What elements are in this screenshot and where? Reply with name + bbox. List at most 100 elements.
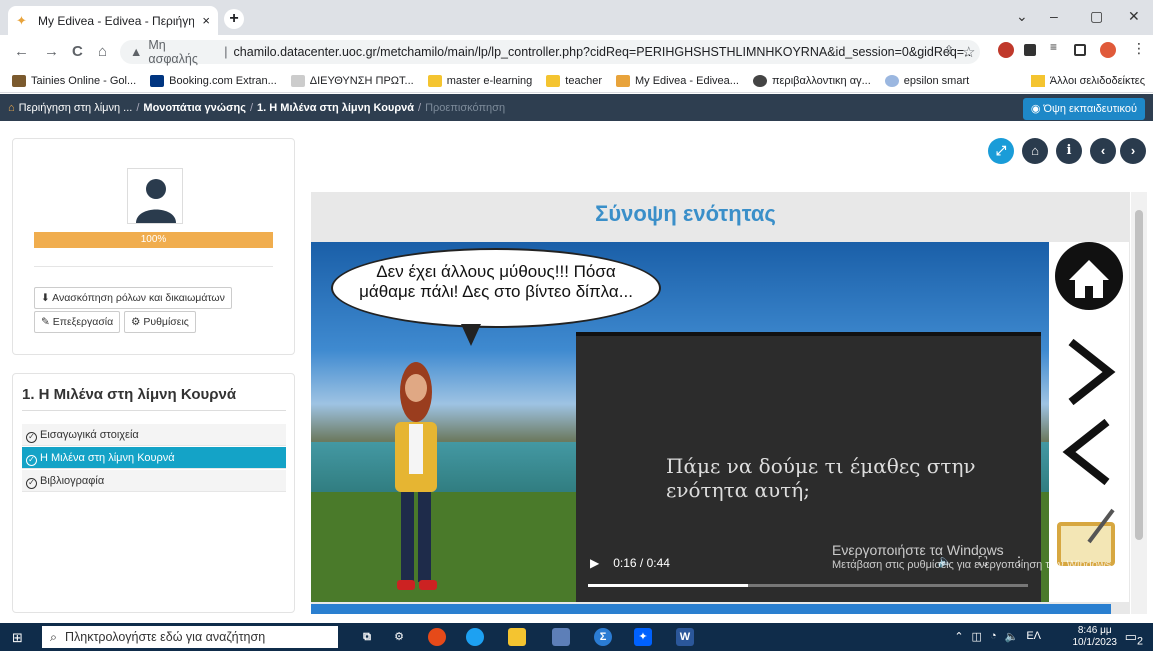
breadcrumb-learning-paths[interactable]: Μονοπάτια γνώσης [143, 102, 246, 114]
bookmark-item[interactable]: master e-learning [427, 74, 532, 87]
lp-item[interactable]: ✓ Βιβλιογραφία [22, 470, 286, 492]
bookmark-item[interactable]: Booking.com Extran... [150, 74, 277, 87]
network-icon[interactable]: ◫ [972, 630, 982, 643]
slide-next-icon[interactable] [1068, 338, 1116, 406]
user-silhouette-icon [136, 179, 176, 223]
check-icon: ✓ [26, 478, 37, 489]
chrome-icon[interactable] [428, 628, 446, 646]
girl-character-image [395, 362, 437, 590]
word-icon[interactable]: W [676, 628, 694, 646]
taskbar-search-input[interactable]: ⌕ Πληκτρολογήστε εδώ για αναζήτηση [42, 626, 338, 648]
breadcrumb-course[interactable]: Περιήγηση στη λίμνη ... [19, 102, 133, 114]
home-icon[interactable]: ⌂ [8, 102, 15, 114]
edit-button[interactable]: ✎ Επεξεργασία [34, 311, 121, 333]
booking-icon [150, 74, 165, 87]
previous-button[interactable]: ‹ [1090, 138, 1116, 164]
other-bookmarks[interactable]: Άλλοι σελιδοδείκτες [1030, 75, 1145, 87]
bookmark-star-icon[interactable]: ☆ [962, 43, 975, 61]
reload-icon[interactable]: C [72, 43, 83, 60]
speech-bubble: Δεν έχει άλλους μύθους!!! Πόσα μάθαμε πά… [331, 248, 661, 328]
scrollbar[interactable] [1131, 192, 1147, 614]
back-arrow-icon[interactable]: ← [14, 43, 29, 60]
check-icon: ✓ [26, 455, 37, 466]
chevron-up-icon[interactable]: ⌃ [954, 630, 963, 643]
video-time: 0:16 / 0:44 [613, 556, 670, 570]
settings-button[interactable]: ⚙ Ρυθμίσεις [124, 311, 196, 333]
roles-review-button[interactable]: ⬇ Ανασκόπηση ρόλων και δικαιωμάτων [34, 287, 232, 309]
avatar [127, 168, 183, 224]
lp-item[interactable]: ✓ Εισαγωγικά στοιχεία [22, 424, 286, 446]
tab-title: My Edivea - Edivea - Περιήγηση [38, 13, 195, 28]
breadcrumb: ⌂ Περιήγηση στη λίμνη ... / Μονοπάτια γν… [0, 94, 1153, 121]
folder-icon [546, 74, 561, 87]
divider [22, 410, 286, 411]
wifi-icon[interactable]: ◔ [990, 630, 997, 643]
edge-icon[interactable] [466, 628, 484, 646]
close-window-button[interactable]: ✕ [1128, 8, 1140, 25]
menu-dots-icon[interactable]: ⋮ [1132, 40, 1148, 56]
calculator-icon[interactable]: Σ [594, 628, 612, 646]
breadcrumb-preview: Προεπισκόπηση [425, 101, 506, 114]
lp-title: 1. Η Μιλένα στη λίμνη Κουρνά [22, 386, 237, 403]
address-bar[interactable]: ▲ Μη ασφαλής | chamilo.datacenter.uoc.gr… [120, 38, 980, 66]
bookmark-item[interactable]: teacher [546, 74, 602, 87]
language-indicator[interactable]: ΕΛ [1026, 630, 1041, 643]
slide-home-icon[interactable] [1055, 242, 1123, 310]
bookmark-item[interactable]: ΔΙΕΥΘΥΝΣΗ ΠΡΩΤ... [290, 74, 414, 87]
share-icon[interactable]: ⇪ [944, 43, 954, 57]
windows-start-icon[interactable]: ⊞ [12, 630, 23, 646]
edivea-favicon-icon: ✦ [16, 12, 27, 28]
bookmark-item[interactable]: epsilon smart [884, 74, 969, 87]
browser-tab[interactable]: ✦ My Edivea - Edivea - Περιήγηση × [8, 6, 218, 35]
system-tray: ⌃ ◫ ◔ 🔈 ΕΛ [954, 630, 1041, 643]
windows-activation-watermark: Ενεργοποιήστε τα Windows Μετάβαση στις ρ… [832, 542, 1115, 571]
next-button[interactable]: › [1120, 138, 1146, 164]
settings-gear-icon[interactable]: ⚙ [390, 628, 408, 646]
info-button[interactable]: i [1056, 138, 1082, 164]
new-tab-button[interactable]: + [224, 9, 244, 29]
forward-arrow-icon[interactable]: → [44, 43, 59, 60]
site-icon [290, 74, 305, 87]
tab-search-icon[interactable]: ⌄ [1016, 8, 1028, 25]
extensions-puzzle-icon[interactable] [1024, 44, 1036, 56]
bookmarks-bar: Tainies Online - Gol... Booking.com Extr… [0, 69, 1153, 93]
video-progress-bar[interactable] [588, 584, 1028, 587]
file-explorer-icon[interactable] [508, 628, 526, 646]
lp-item-active[interactable]: ✓ Η Μιλένα στη λίμνη Κουρνά [22, 447, 286, 469]
clock[interactable]: 8:46 μμ 10/1/2023 [1073, 625, 1118, 649]
slide-previous-icon[interactable] [1062, 418, 1110, 486]
teacher-view-button[interactable]: ◉ Όψη εκπαιδευτικού [1022, 98, 1145, 120]
folder-icon [1030, 75, 1045, 87]
side-panel-icon[interactable] [1074, 44, 1086, 56]
edivea-icon [616, 74, 630, 87]
profile-avatar[interactable] [1100, 42, 1116, 58]
media-control-icon[interactable]: ≡ [1050, 40, 1066, 56]
minimize-button[interactable]: – [1050, 8, 1058, 24]
divider [34, 266, 273, 267]
tab-close-icon[interactable]: × [202, 13, 210, 28]
home-icon[interactable]: ⌂ [98, 43, 107, 60]
play-icon[interactable]: ▶ [590, 556, 599, 570]
globe-icon [752, 74, 767, 87]
windows-taskbar: ⊞ ⌕ Πληκτρολογήστε εδώ για αναζήτηση ⧉ ⚙… [0, 623, 1153, 651]
fullscreen-expand-button[interactable]: ⤢ [988, 138, 1014, 164]
page-title: Σύνοψη ενότητας [595, 201, 776, 226]
home-button[interactable]: ⌂ [1022, 138, 1048, 164]
dropbox-icon[interactable]: ✦ [634, 628, 652, 646]
volume-icon[interactable]: 🔈 [1005, 630, 1019, 643]
task-view-icon[interactable]: ⧉ [358, 628, 376, 646]
bookmark-item[interactable]: My Edivea - Edivea... [616, 74, 739, 87]
search-icon: ⌕ [50, 629, 58, 644]
bookmark-item[interactable]: Tainies Online - Gol... [12, 74, 136, 87]
check-icon: ✓ [26, 432, 37, 443]
adblock-extension-icon[interactable] [998, 42, 1014, 58]
bookmark-item[interactable]: περιβαλλοντικη αγ... [752, 74, 871, 87]
epsilon-icon [884, 74, 899, 87]
url-text: chamilo.datacenter.uoc.gr/metchamilo/mai… [233, 45, 970, 59]
maximize-button[interactable]: ▢ [1090, 8, 1103, 25]
notification-icon[interactable]: ▭2 [1125, 629, 1143, 648]
breadcrumb-lp[interactable]: 1. Η Μιλένα στη λίμνη Κουρνά [257, 102, 414, 114]
browser-tabstrip: ✦ My Edivea - Edivea - Περιήγηση × + ⌄ –… [0, 0, 1153, 35]
movie-icon [12, 74, 26, 87]
app-icon[interactable] [552, 628, 570, 646]
